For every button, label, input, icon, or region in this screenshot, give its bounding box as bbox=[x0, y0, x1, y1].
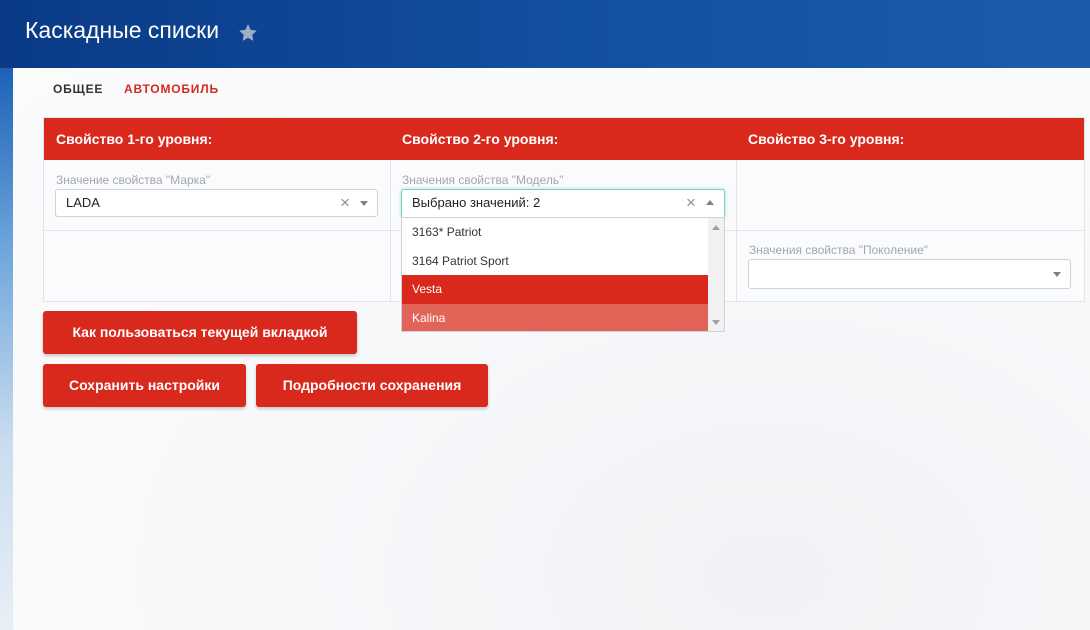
dropdown-scrollbar[interactable] bbox=[708, 218, 724, 331]
content-panel: ОБЩЕЕ АВТОМОБИЛЬ Свойство 1-го уровня: С… bbox=[13, 68, 1090, 630]
column-header-level1: Свойство 1-го уровня: bbox=[56, 131, 213, 147]
column-header-level3: Свойство 3-го уровня: bbox=[748, 131, 905, 147]
save-settings-button[interactable]: Сохранить настройки bbox=[43, 364, 246, 407]
tab-automobile[interactable]: АВТОМОБИЛЬ bbox=[124, 82, 219, 96]
scroll-up-icon[interactable] bbox=[712, 225, 720, 230]
model-option[interactable]: 3163* Patriot bbox=[402, 218, 708, 247]
generation-field-label: Значения свойства "Поколение" bbox=[749, 243, 929, 257]
model-select-value: Выбрано значений: 2 bbox=[412, 195, 541, 210]
model-dropdown-list: 3163* Patriot 3164 Patriot Sport Vesta K… bbox=[401, 217, 725, 332]
top-bar: Каскадные списки bbox=[0, 0, 1090, 68]
chevron-up-icon[interactable] bbox=[706, 200, 714, 205]
model-field-label: Значения свойства "Модель" bbox=[402, 173, 564, 187]
model-option-highlighted[interactable]: Kalina bbox=[402, 304, 708, 331]
grid-header: Свойство 1-го уровня: Свойство 2-го уров… bbox=[44, 118, 1084, 160]
page-title: Каскадные списки bbox=[25, 17, 220, 43]
help-button[interactable]: Как пользоваться текущей вкладкой bbox=[43, 311, 357, 354]
model-select[interactable]: Выбрано значений: 2 × bbox=[401, 189, 725, 217]
brand-select-value: LADA bbox=[66, 195, 100, 210]
tab-general[interactable]: ОБЩЕЕ bbox=[53, 82, 103, 96]
model-option-selected[interactable]: Vesta bbox=[402, 275, 708, 304]
star-icon[interactable] bbox=[237, 22, 259, 44]
brand-select[interactable]: LADA × bbox=[55, 189, 378, 217]
save-details-button[interactable]: Подробности сохранения bbox=[256, 364, 488, 407]
scroll-down-icon[interactable] bbox=[712, 320, 720, 325]
column-header-level2: Свойство 2-го уровня: bbox=[402, 131, 559, 147]
brand-field-label: Значение свойства "Марка" bbox=[56, 173, 211, 187]
clear-icon[interactable]: × bbox=[340, 192, 350, 214]
clear-icon[interactable]: × bbox=[686, 192, 696, 214]
chevron-down-icon[interactable] bbox=[360, 201, 368, 206]
generation-select[interactable] bbox=[748, 259, 1071, 289]
chevron-down-icon[interactable] bbox=[1053, 272, 1061, 277]
model-option[interactable]: 3164 Patriot Sport bbox=[402, 247, 708, 276]
